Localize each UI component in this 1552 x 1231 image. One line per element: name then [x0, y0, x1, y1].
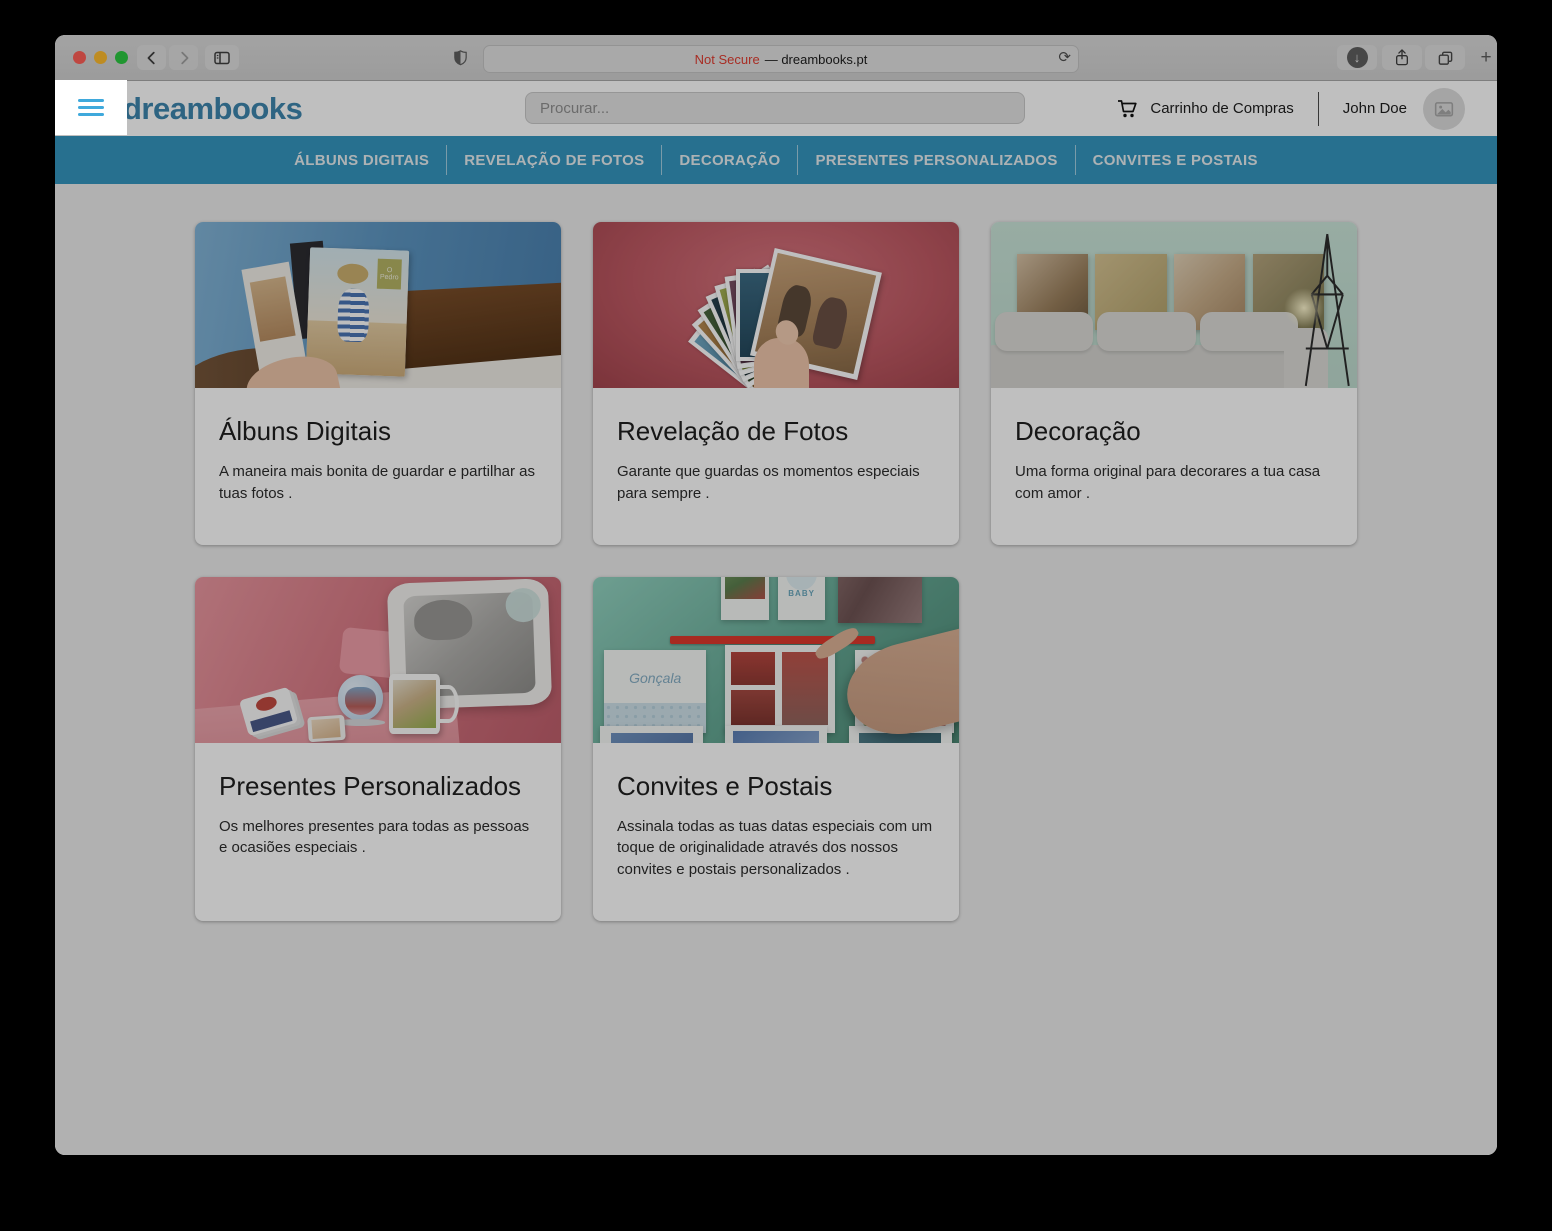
dim-overlay [55, 35, 1497, 1155]
menu-spotlight [55, 80, 127, 135]
browser-window: Not Secure — dreambooks.pt ⟳ ↓ + dreambo… [55, 35, 1497, 1155]
menu-button[interactable] [78, 99, 104, 116]
hamburger-bar [78, 106, 104, 109]
hamburger-bar [78, 99, 104, 102]
hamburger-bar [78, 113, 104, 116]
